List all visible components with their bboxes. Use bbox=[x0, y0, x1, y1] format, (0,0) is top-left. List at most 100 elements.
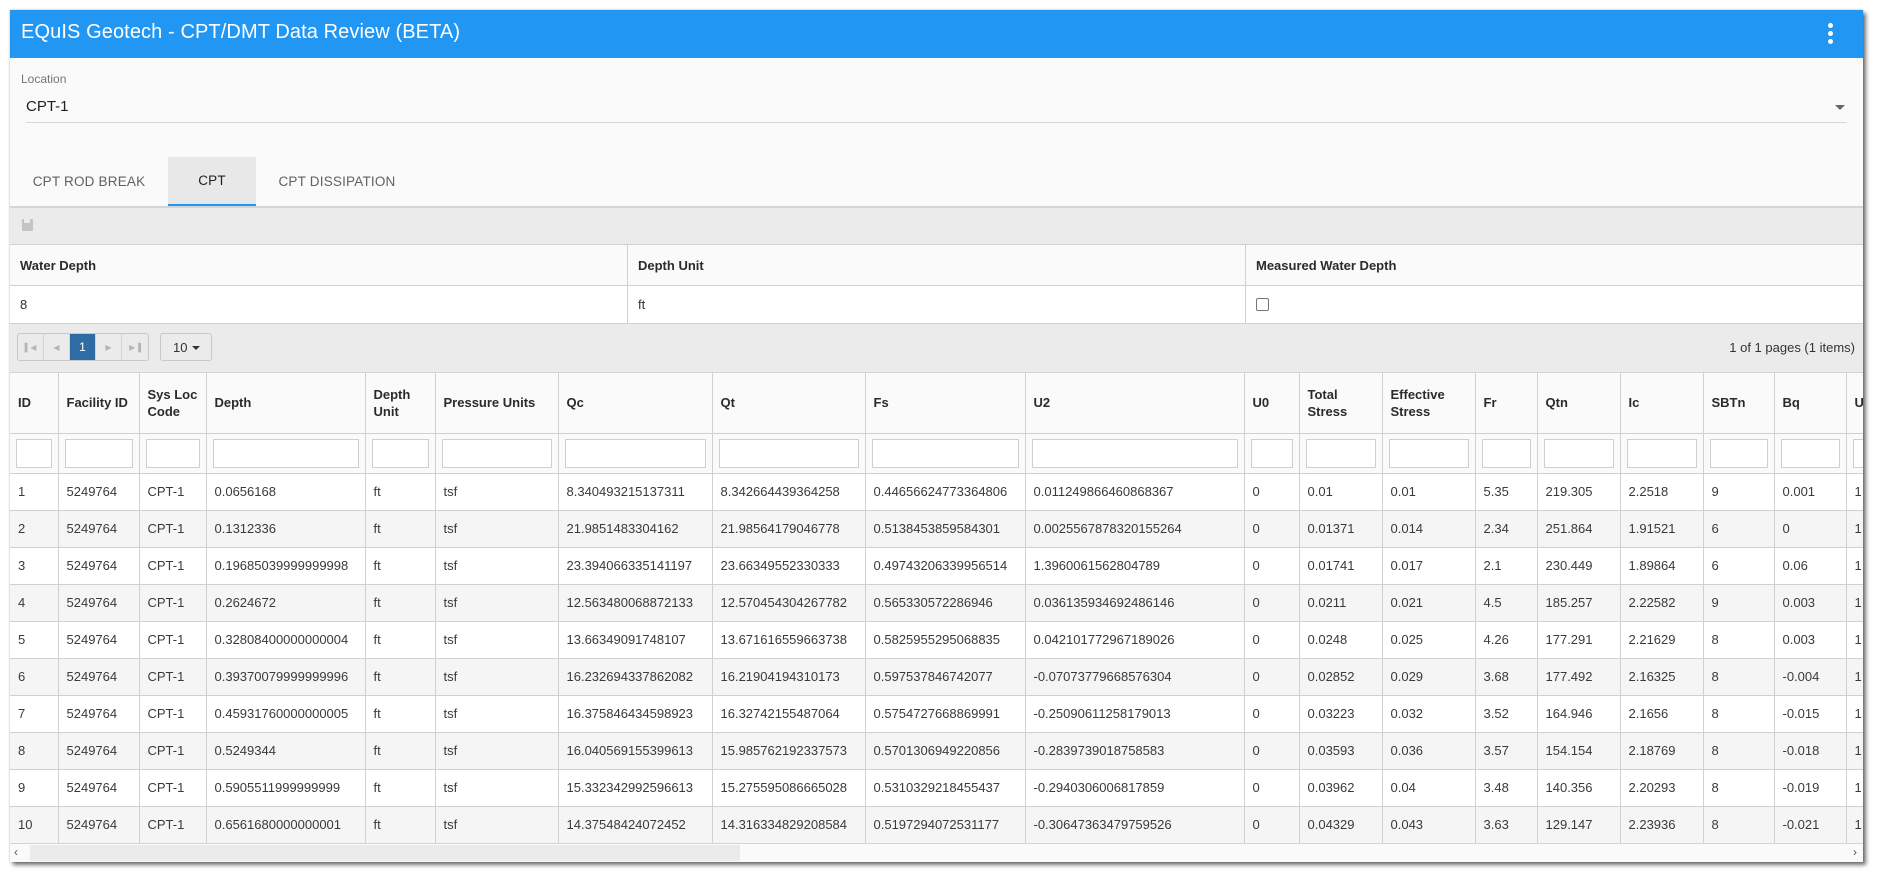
table-cell[interactable]: 5249764 bbox=[58, 658, 140, 696]
table-cell[interactable]: CPT-1 bbox=[139, 621, 207, 659]
table-cell[interactable]: CPT-1 bbox=[139, 806, 207, 843]
table-row[interactable]: 2 5249764 CPT-1 0.1312336 ft tsf 21.9851483304… bbox=[10, 510, 1863, 548]
table-cell[interactable]: 5249764 bbox=[58, 732, 140, 770]
horizontal-scrollbar[interactable]: ‹ › bbox=[10, 843, 1863, 862]
table-cell[interactable]: 1 bbox=[1846, 621, 1863, 659]
table-cell[interactable]: 0.49743206339956514 bbox=[865, 547, 1026, 585]
table-cell[interactable]: 10 bbox=[10, 806, 59, 843]
table-cell[interactable]: 0.44656624773364806 bbox=[865, 473, 1026, 511]
table-cell[interactable]: 21.98564179046778 bbox=[712, 510, 866, 548]
table-cell[interactable]: 185.257 bbox=[1537, 584, 1621, 622]
table-cell[interactable]: 13.66349091748107 bbox=[558, 621, 713, 659]
filter-input-pressure-units[interactable] bbox=[441, 438, 552, 468]
last-page-icon[interactable]: ▶▐ bbox=[122, 334, 148, 360]
more-vertical-icon[interactable] bbox=[1823, 23, 1837, 45]
table-cell[interactable]: 219.305 bbox=[1537, 473, 1621, 511]
table-cell[interactable]: -0.015 bbox=[1774, 695, 1847, 733]
table-cell[interactable]: CPT-1 bbox=[139, 510, 207, 548]
table-cell[interactable]: 1 bbox=[1846, 584, 1863, 622]
filter-input-facility-id[interactable] bbox=[64, 438, 133, 468]
filter-input-bq[interactable] bbox=[1780, 438, 1840, 468]
table-cell[interactable]: 0.042101772967189026 bbox=[1025, 621, 1245, 659]
table-cell[interactable]: -0.018 bbox=[1774, 732, 1847, 770]
column-header-u[interactable]: U bbox=[1846, 373, 1863, 434]
filter-input-depth[interactable] bbox=[212, 438, 359, 468]
filter-input-u2[interactable] bbox=[1031, 438, 1238, 468]
location-select[interactable]: CPT-1 bbox=[26, 94, 1847, 123]
header-measured-water-depth[interactable]: Measured Water Depth bbox=[1246, 245, 1863, 285]
table-cell[interactable]: 0.5138453859584301 bbox=[865, 510, 1026, 548]
table-cell[interactable]: 15.985762192337573 bbox=[712, 732, 866, 770]
table-cell[interactable]: 4.5 bbox=[1475, 584, 1538, 622]
table-cell[interactable]: 0.03223 bbox=[1299, 695, 1383, 733]
scroll-right-icon[interactable]: › bbox=[1853, 845, 1857, 859]
column-header-qc[interactable]: Qc bbox=[558, 373, 713, 434]
table-cell[interactable]: 129.147 bbox=[1537, 806, 1621, 843]
table-cell[interactable]: 251.864 bbox=[1537, 510, 1621, 548]
table-cell[interactable]: 0.19685039999999998 bbox=[206, 547, 366, 585]
table-cell[interactable]: 0.0248 bbox=[1299, 621, 1383, 659]
table-cell[interactable]: CPT-1 bbox=[139, 547, 207, 585]
table-cell[interactable]: 8 bbox=[10, 732, 59, 770]
column-header-depth-unit[interactable]: Depth Unit bbox=[365, 373, 436, 434]
table-cell[interactable]: -0.2839739018758583 bbox=[1025, 732, 1245, 770]
table-cell[interactable]: 177.291 bbox=[1537, 621, 1621, 659]
table-cell[interactable]: 0 bbox=[1244, 769, 1300, 807]
table-cell[interactable]: 1 bbox=[1846, 658, 1863, 696]
table-cell[interactable]: 0.1312336 bbox=[206, 510, 366, 548]
table-cell[interactable]: 8 bbox=[1703, 658, 1775, 696]
table-row[interactable]: 9 5249764 CPT-1 0.5905511999999999 ft tsf 15.3… bbox=[10, 769, 1863, 807]
table-cell[interactable]: 16.32742155487064 bbox=[712, 695, 866, 733]
table-cell[interactable]: ft bbox=[365, 547, 436, 585]
table-cell[interactable]: 1 bbox=[1846, 473, 1863, 511]
table-cell[interactable]: ft bbox=[365, 658, 436, 696]
column-header-qtn[interactable]: Qtn bbox=[1537, 373, 1621, 434]
table-row[interactable]: 1 5249764 CPT-1 0.0656168 ft tsf 8.34049321513… bbox=[10, 473, 1863, 511]
table-cell[interactable]: 5249764 bbox=[58, 621, 140, 659]
table-cell[interactable]: 0.036135934692486146 bbox=[1025, 584, 1245, 622]
filter-input-u0[interactable] bbox=[1250, 438, 1293, 468]
table-cell[interactable]: tsf bbox=[435, 769, 559, 807]
table-cell[interactable]: 7 bbox=[10, 695, 59, 733]
table-cell[interactable]: 0.025 bbox=[1382, 621, 1476, 659]
prev-page-icon[interactable]: ◀ bbox=[44, 334, 70, 360]
table-cell[interactable]: 0 bbox=[1244, 510, 1300, 548]
filter-input-ic[interactable] bbox=[1626, 438, 1697, 468]
table-cell[interactable]: 2.18769 bbox=[1620, 732, 1704, 770]
table-cell[interactable]: ft bbox=[365, 473, 436, 511]
table-row[interactable]: 7 5249764 CPT-1 0.45931760000000005 ft tsf 16.… bbox=[10, 695, 1863, 733]
water-depth-value[interactable]: 8 bbox=[10, 286, 628, 323]
table-cell[interactable]: 5249764 bbox=[58, 584, 140, 622]
table-cell[interactable]: 5249764 bbox=[58, 547, 140, 585]
table-cell[interactable]: 8 bbox=[1703, 621, 1775, 659]
column-header-pressure-units[interactable]: Pressure Units bbox=[435, 373, 559, 434]
page-1-button[interactable]: 1 bbox=[70, 334, 96, 360]
table-cell[interactable]: tsf bbox=[435, 806, 559, 843]
table-cell[interactable]: 3.63 bbox=[1475, 806, 1538, 843]
table-cell[interactable]: 16.040569155399613 bbox=[558, 732, 713, 770]
table-cell[interactable]: 0.01741 bbox=[1299, 547, 1383, 585]
tab-cpt[interactable]: CPT bbox=[168, 157, 256, 206]
table-cell[interactable]: 8 bbox=[1703, 695, 1775, 733]
table-cell[interactable]: 0 bbox=[1244, 658, 1300, 696]
table-row[interactable]: 5 5249764 CPT-1 0.32808400000000004 ft tsf 13.… bbox=[10, 621, 1863, 659]
table-cell[interactable]: 0.003 bbox=[1774, 621, 1847, 659]
table-cell[interactable]: ft bbox=[365, 769, 436, 807]
table-cell[interactable]: 3.57 bbox=[1475, 732, 1538, 770]
table-cell[interactable]: ft bbox=[365, 621, 436, 659]
table-cell[interactable]: -0.25090611258179013 bbox=[1025, 695, 1245, 733]
table-cell[interactable]: 0.6561680000000001 bbox=[206, 806, 366, 843]
table-cell[interactable]: 140.356 bbox=[1537, 769, 1621, 807]
table-cell[interactable]: 9 bbox=[1703, 473, 1775, 511]
table-cell[interactable]: 8.342664439364258 bbox=[712, 473, 866, 511]
table-cell[interactable]: 23.394066335141197 bbox=[558, 547, 713, 585]
table-cell[interactable]: tsf bbox=[435, 510, 559, 548]
table-row[interactable]: 3 5249764 CPT-1 0.19685039999999998 ft tsf 23.… bbox=[10, 547, 1863, 585]
table-cell[interactable]: 16.375846434598923 bbox=[558, 695, 713, 733]
table-cell[interactable]: 0.043 bbox=[1382, 806, 1476, 843]
column-header-fs[interactable]: Fs bbox=[865, 373, 1026, 434]
table-cell[interactable]: 0.001 bbox=[1774, 473, 1847, 511]
table-row[interactable]: 4 5249764 CPT-1 0.2624672 ft tsf 12.5634800688… bbox=[10, 584, 1863, 622]
scrollbar-thumb[interactable] bbox=[30, 845, 740, 861]
table-cell[interactable]: 6 bbox=[10, 658, 59, 696]
